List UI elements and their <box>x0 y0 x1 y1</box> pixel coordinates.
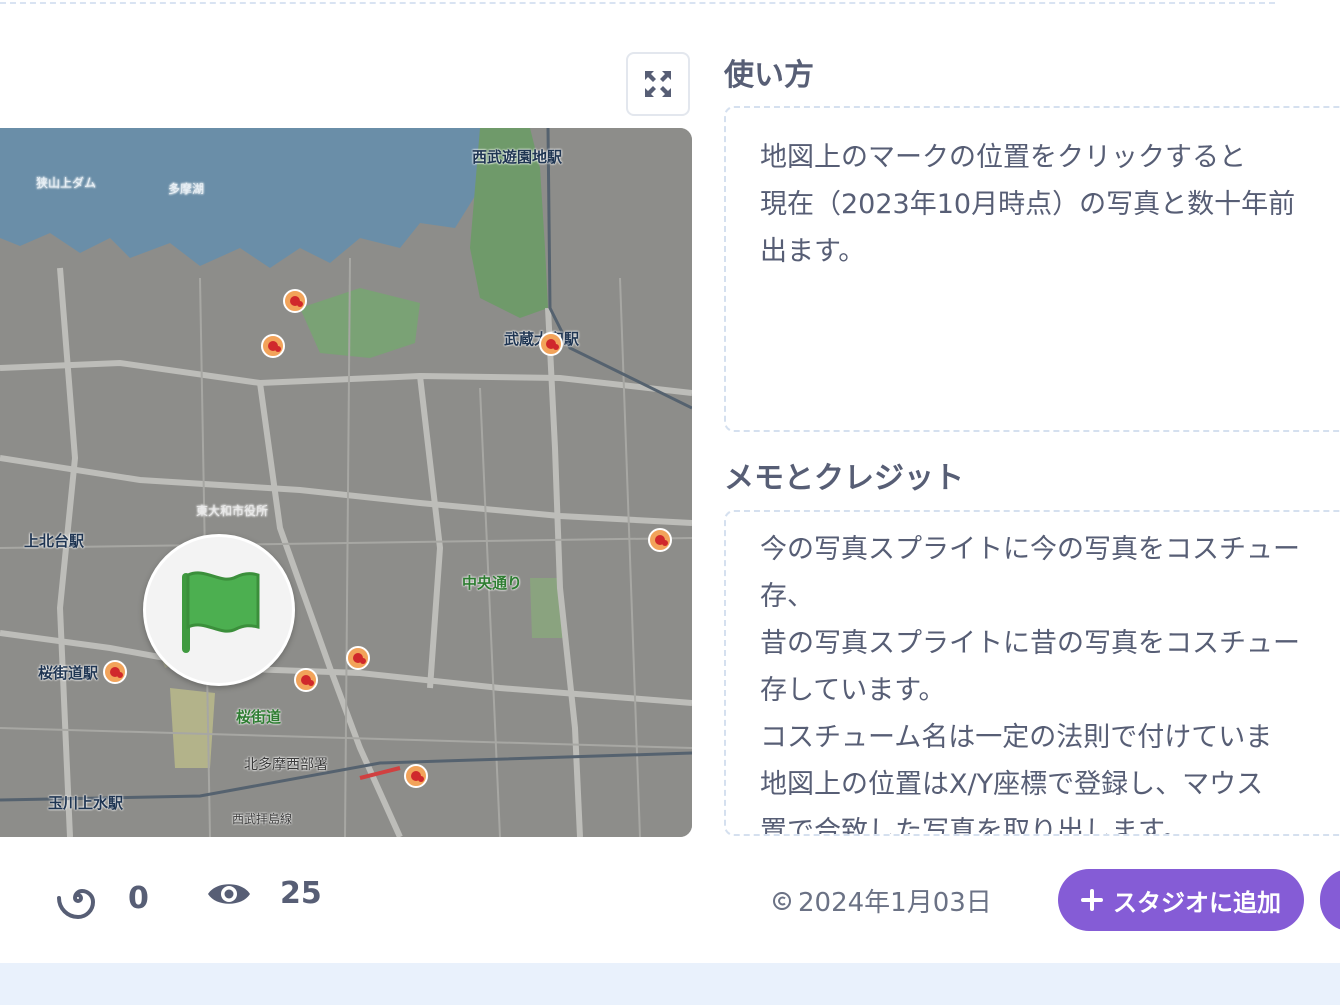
add-to-studio-button[interactable]: スタジオに追加 <box>1058 869 1304 931</box>
map-label: 玉川上水駅 <box>48 794 124 812</box>
credits-line: コスチューム名は一定の法則で付けていま <box>760 722 1273 753</box>
credits-line: 地図上の位置はX/Y座標で登録し、マウス <box>760 769 1264 800</box>
usage-line: 現在（2023年10月時点）の写真と数十年前 <box>760 189 1296 220</box>
photo-pin[interactable] <box>346 646 370 670</box>
photo-pin[interactable] <box>404 764 428 788</box>
fullscreen-icon <box>645 71 671 97</box>
map-label: 桜街道 <box>236 708 282 726</box>
remix-swirl-icon <box>57 888 96 920</box>
usage-line: 地図上のマークの位置をクリックすると <box>760 142 1246 173</box>
plus-icon <box>1081 889 1103 911</box>
credits-title: メモとクレジット <box>724 461 964 496</box>
green-flag-icon <box>182 571 260 653</box>
credits-line: 置で合致した写真を取り出します。 <box>760 816 1190 836</box>
usage-line: 出ます。 <box>760 236 866 267</box>
footer-band <box>0 963 1340 1005</box>
credits-box[interactable]: 今の写真スプライトに今の写真をコスチュー 存、 昔の写真スプライトに昔の写真をコ… <box>724 510 1340 836</box>
add-to-studio-label: スタジオに追加 <box>1113 889 1281 917</box>
photo-pin[interactable] <box>648 528 672 552</box>
credits-line: 存しています。 <box>760 675 946 706</box>
eye-icon <box>208 883 250 904</box>
usage-box: 地図上のマークの位置をクリックすると 現在（2023年10月時点）の写真と数十年… <box>724 106 1340 432</box>
credits-line: 今の写真スプライトに今の写真をコスチュー <box>760 534 1300 565</box>
photo-pin[interactable] <box>261 334 285 358</box>
usage-title: 使い方 <box>724 58 814 93</box>
credits-line: 存、 <box>760 581 814 612</box>
green-flag-button[interactable] <box>143 534 295 686</box>
remix-count: 0 <box>128 880 149 916</box>
map-label: 西武拝島線 <box>232 812 293 826</box>
view-stat: 25 <box>206 876 322 911</box>
project-stage-map[interactable]: 西武遊園地駅 狭山上ダム 多摩湖 武蔵大和駅 上北台駅 桜街道駅 玉川上水駅 西… <box>0 128 692 837</box>
photo-pin[interactable] <box>283 289 307 313</box>
photo-pin[interactable] <box>294 668 318 692</box>
fullscreen-button[interactable] <box>626 52 690 116</box>
photo-pin[interactable] <box>539 332 563 356</box>
remix-stat: 0 <box>56 876 149 920</box>
copy-link-button[interactable] <box>1320 869 1340 931</box>
map-label: 桜街道駅 <box>38 664 99 682</box>
top-divider <box>0 0 1275 4</box>
credits-line: 昔の写真スプライトに昔の写真をコスチュー <box>760 628 1300 659</box>
photo-pin[interactable] <box>103 660 127 684</box>
map-label: 北多摩西部署 <box>244 757 328 773</box>
date-text: 2024年1月03日 <box>798 888 992 918</box>
map-label: 狭山上ダム <box>36 176 97 190</box>
map-label: 西武遊園地駅 <box>472 148 563 166</box>
map-label: 上北台駅 <box>24 532 85 550</box>
share-date: 2024年1月03日 <box>772 882 992 919</box>
copyright-icon <box>773 891 791 910</box>
map-background <box>0 128 692 837</box>
view-count: 25 <box>280 876 322 911</box>
map-label: 中央通り <box>462 574 523 592</box>
map-label: 多摩湖 <box>168 182 205 196</box>
map-label: 東大和市役所 <box>196 504 269 518</box>
